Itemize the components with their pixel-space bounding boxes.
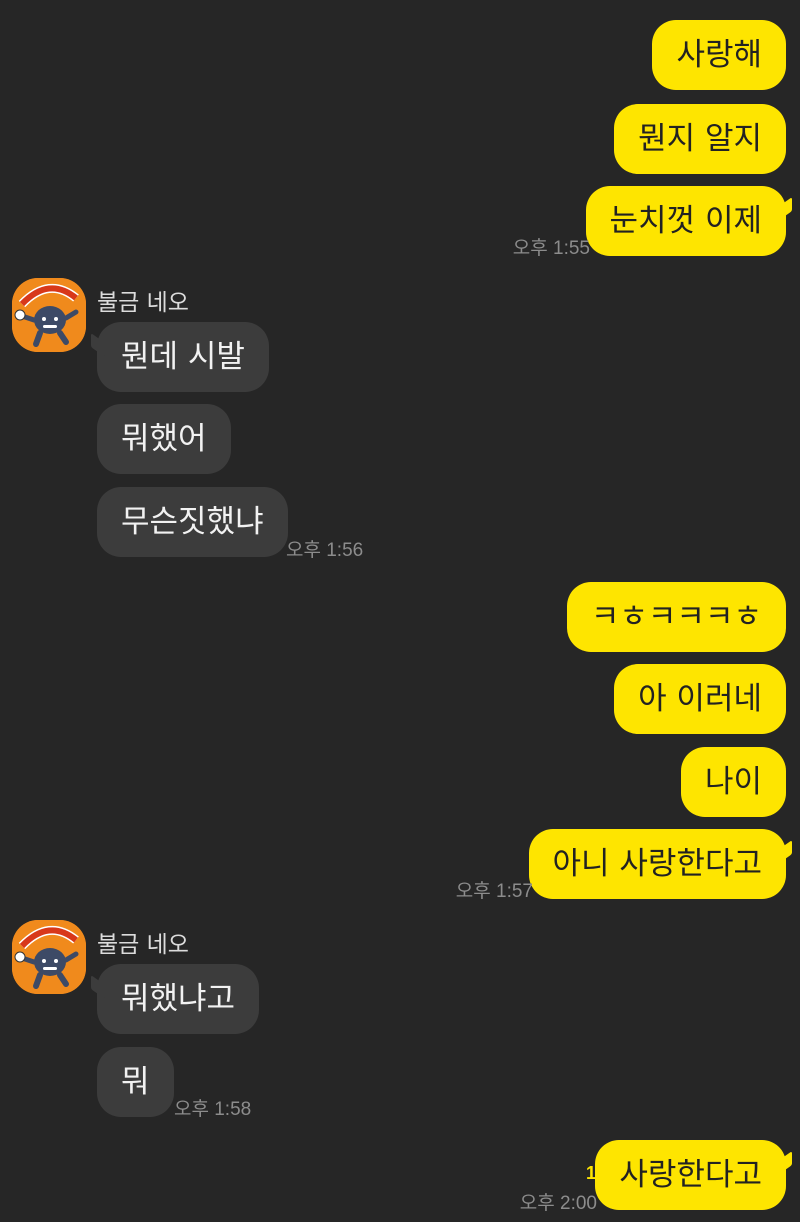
their-message-bubble[interactable]: 뭐했어 — [97, 404, 231, 474]
message-timestamp: 오후 2:00 — [519, 1193, 597, 1214]
my-message-bubble[interactable]: 나이 — [680, 747, 786, 817]
my-message-bubble[interactable]: 아니 사랑한다고 — [528, 829, 786, 899]
friday-neo-character-icon[interactable] — [12, 920, 86, 994]
my-message-bubble[interactable]: 아 이러네 — [614, 664, 786, 734]
their-message-bubble[interactable]: 뭐했냐고 — [97, 964, 260, 1034]
their-message-bubble[interactable]: 뭔데 시발 — [97, 322, 269, 392]
sender-name: 불금 네오 — [97, 932, 189, 958]
message-timestamp: 오후 1:55 — [512, 238, 590, 259]
unread-count-badge: 1 — [585, 1163, 596, 1183]
their-message-bubble[interactable]: 무슨짓했냐 — [97, 487, 288, 557]
friday-neo-character-icon[interactable] — [12, 278, 86, 352]
my-message-bubble[interactable]: 사랑한다고 — [595, 1140, 786, 1210]
message-timestamp: 오후 1:57 — [455, 881, 533, 902]
message-timestamp: 오후 1:56 — [286, 540, 364, 561]
my-message-bubble[interactable]: 사랑해 — [652, 20, 786, 90]
my-message-bubble[interactable]: 뭔지 알지 — [614, 104, 786, 174]
my-message-bubble[interactable]: ㅋㅎㅋㅋㅋㅎ — [566, 582, 786, 652]
my-message-bubble[interactable]: 눈치껏 이제 — [585, 186, 786, 256]
message-timestamp: 오후 1:58 — [174, 1099, 252, 1120]
sender-name: 불금 네오 — [97, 290, 189, 316]
their-message-bubble[interactable]: 뭐 — [97, 1047, 174, 1117]
